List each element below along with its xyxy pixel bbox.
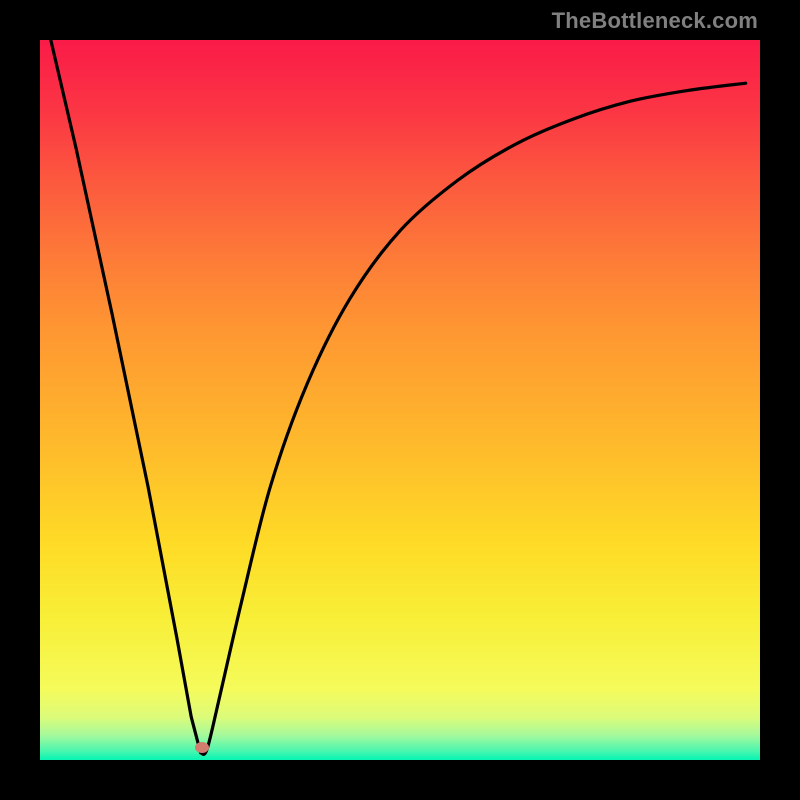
bottleneck-curve	[51, 40, 746, 754]
watermark-text: TheBottleneck.com	[552, 8, 758, 34]
chart-frame: TheBottleneck.com	[0, 0, 800, 800]
plot-area	[40, 40, 760, 760]
curve-svg	[40, 40, 760, 760]
